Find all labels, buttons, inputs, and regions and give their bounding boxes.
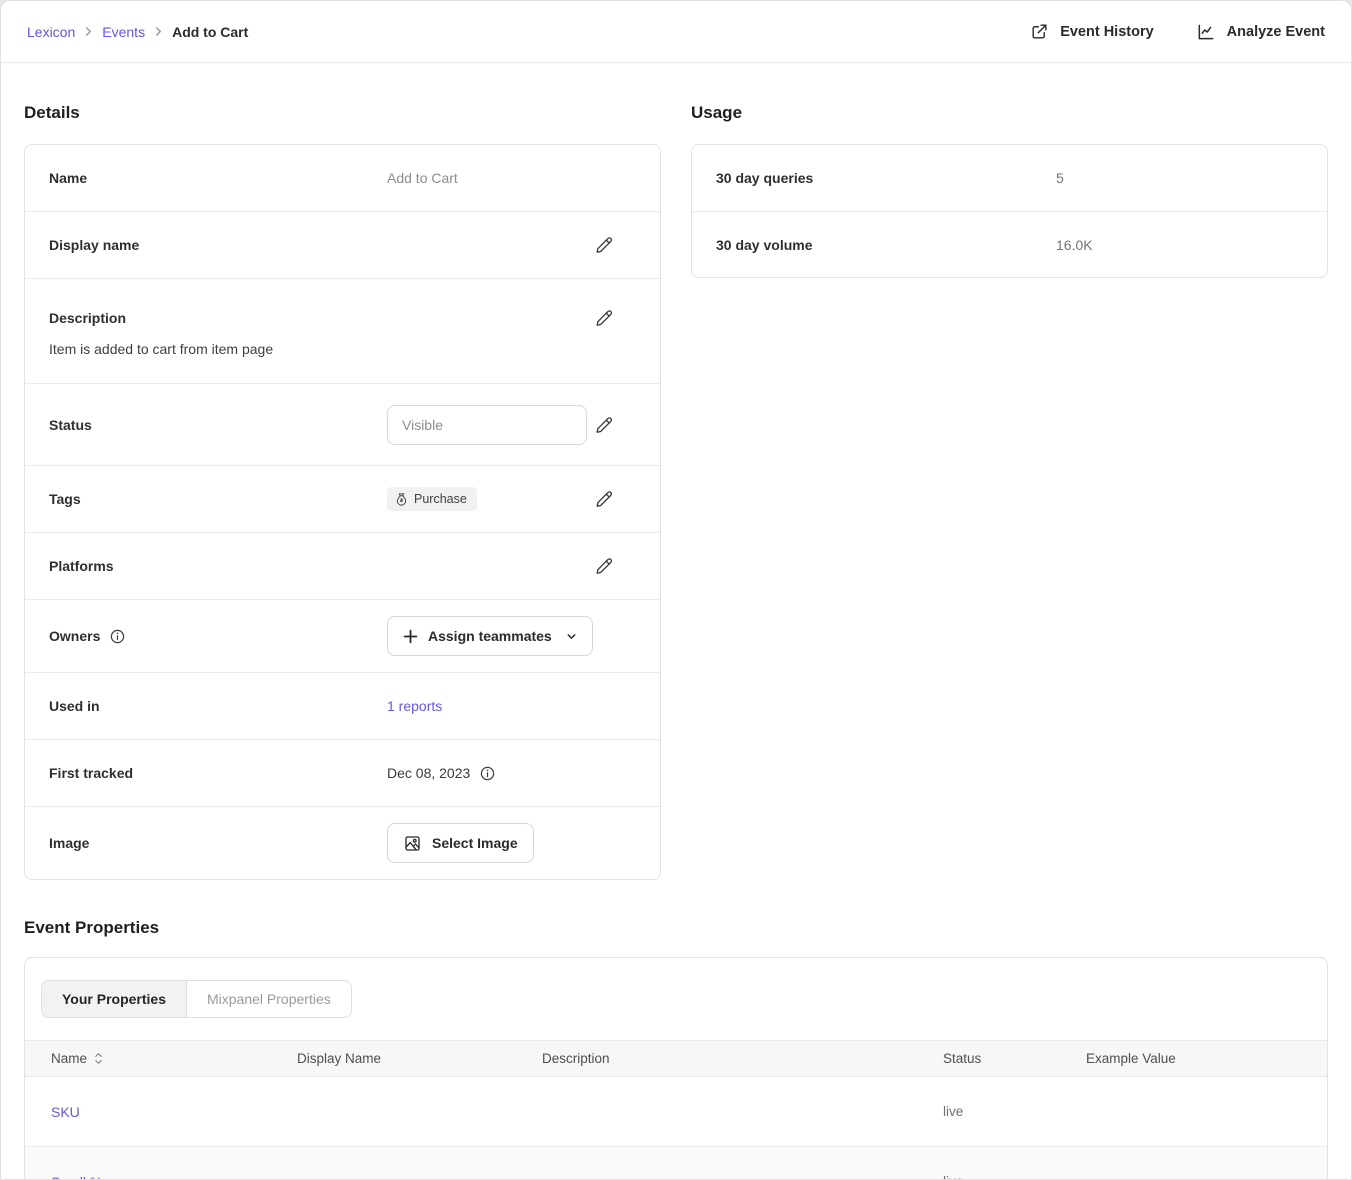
event-history-button[interactable]: Event History xyxy=(1030,22,1153,41)
detail-row-used-in: Used in 1 reports xyxy=(25,672,660,739)
volume-value: 16.0K xyxy=(1056,237,1093,253)
status-label: Status xyxy=(49,417,387,433)
line-chart-icon xyxy=(1196,22,1216,42)
edit-description-button[interactable] xyxy=(592,306,616,330)
tags-label: Tags xyxy=(49,491,387,507)
pencil-icon xyxy=(594,235,614,255)
detail-row-image: Image Select Image xyxy=(25,806,660,879)
detail-row-first-tracked: First tracked Dec 08, 2023 xyxy=(25,739,660,806)
pencil-icon xyxy=(594,415,614,435)
external-link-icon xyxy=(1030,22,1049,41)
used-in-label: Used in xyxy=(49,698,387,714)
name-label: Name xyxy=(49,170,387,186)
assign-teammates-button[interactable]: Assign teammates xyxy=(387,616,593,656)
usage-card: 30 day queries 5 30 day volume 16.0K xyxy=(691,144,1328,278)
topbar-actions: Event History Analyze Event xyxy=(1030,22,1325,42)
assign-teammates-label: Assign teammates xyxy=(428,628,552,644)
breadcrumb-events[interactable]: Events xyxy=(102,24,145,40)
detail-row-tags: Tags Purchase xyxy=(25,465,660,532)
owners-label: Owners xyxy=(49,628,100,644)
properties-tab-group: Your Properties Mixpanel Properties xyxy=(41,980,352,1018)
used-in-reports-link[interactable]: 1 reports xyxy=(387,698,442,714)
details-heading: Details xyxy=(24,103,661,123)
description-label: Description xyxy=(49,310,387,326)
chevron-right-icon xyxy=(154,27,163,36)
properties-table-header: Name Display Name Description Status Exa… xyxy=(25,1040,1327,1077)
event-properties-card: Your Properties Mixpanel Properties Name… xyxy=(24,957,1328,1180)
property-name-link[interactable]: Scroll % xyxy=(51,1174,297,1180)
sort-arrows-icon xyxy=(94,1052,103,1065)
pencil-icon xyxy=(594,556,614,576)
status-select[interactable]: Visible xyxy=(387,405,587,445)
property-row-scroll-pct: Scroll % live xyxy=(25,1147,1327,1180)
breadcrumb-current: Add to Cart xyxy=(172,24,248,40)
image-label: Image xyxy=(49,835,387,851)
breadcrumb-lexicon[interactable]: Lexicon xyxy=(27,24,75,40)
property-row-sku: SKU live xyxy=(25,1077,1327,1147)
detail-row-platforms: Platforms xyxy=(25,532,660,599)
column-header-description: Description xyxy=(542,1051,943,1066)
platforms-label: Platforms xyxy=(49,558,387,574)
description-text: Item is added to cart from item page xyxy=(49,341,616,357)
queries-value: 5 xyxy=(1056,170,1064,186)
usage-heading: Usage xyxy=(691,103,1328,123)
chevron-down-icon xyxy=(566,631,577,642)
column-header-status: Status xyxy=(943,1051,1086,1066)
name-value: Add to Cart xyxy=(387,170,616,186)
select-image-button[interactable]: Select Image xyxy=(387,823,534,863)
tab-your-properties[interactable]: Your Properties xyxy=(42,981,187,1017)
queries-label: 30 day queries xyxy=(716,170,1056,186)
first-tracked-value: Dec 08, 2023 xyxy=(387,765,470,781)
analyze-event-label: Analyze Event xyxy=(1227,24,1325,40)
tag-chip-purchase: Purchase xyxy=(387,487,477,511)
property-status: live xyxy=(943,1104,1086,1119)
column-header-display-name: Display Name xyxy=(297,1051,542,1066)
info-icon[interactable] xyxy=(479,765,496,782)
column-header-example-value: Example Value xyxy=(1086,1051,1327,1066)
detail-row-owners: Owners Assign teammates xyxy=(25,599,660,672)
breadcrumb: Lexicon Events Add to Cart xyxy=(27,24,248,40)
edit-status-button[interactable] xyxy=(592,413,616,437)
edit-tags-button[interactable] xyxy=(592,487,616,511)
display-name-label: Display name xyxy=(49,237,387,253)
analyze-event-button[interactable]: Analyze Event xyxy=(1196,22,1325,42)
select-image-label: Select Image xyxy=(432,835,518,851)
pencil-icon xyxy=(594,308,614,328)
edit-display-name-button[interactable] xyxy=(592,233,616,257)
detail-row-status: Status Visible xyxy=(25,383,660,465)
property-name-link[interactable]: SKU xyxy=(51,1104,297,1120)
details-card: Name Add to Cart Display name xyxy=(24,144,661,880)
topbar: Lexicon Events Add to Cart Event History xyxy=(1,1,1351,63)
edit-platforms-button[interactable] xyxy=(592,554,616,578)
usage-row-volume: 30 day volume 16.0K xyxy=(692,211,1327,277)
volume-label: 30 day volume xyxy=(716,237,1056,253)
app-panel: Lexicon Events Add to Cart Event History xyxy=(0,0,1352,1180)
first-tracked-label: First tracked xyxy=(49,765,387,781)
event-history-label: Event History xyxy=(1060,24,1153,40)
money-bag-icon xyxy=(395,492,408,506)
plus-icon xyxy=(403,629,418,644)
detail-row-description: Description Item is added to cart from i… xyxy=(25,278,660,383)
chevron-right-icon xyxy=(84,27,93,36)
tab-mixpanel-properties[interactable]: Mixpanel Properties xyxy=(187,981,351,1017)
property-status: live xyxy=(943,1174,1086,1180)
info-icon[interactable] xyxy=(109,628,126,645)
column-header-name[interactable]: Name xyxy=(51,1051,297,1066)
detail-row-name: Name Add to Cart xyxy=(25,145,660,211)
event-properties-heading: Event Properties xyxy=(24,918,1328,938)
tag-chip-label: Purchase xyxy=(414,492,467,506)
image-icon xyxy=(403,834,422,853)
pencil-icon xyxy=(594,489,614,509)
usage-row-queries: 30 day queries 5 xyxy=(692,145,1327,211)
detail-row-display-name: Display name xyxy=(25,211,660,278)
